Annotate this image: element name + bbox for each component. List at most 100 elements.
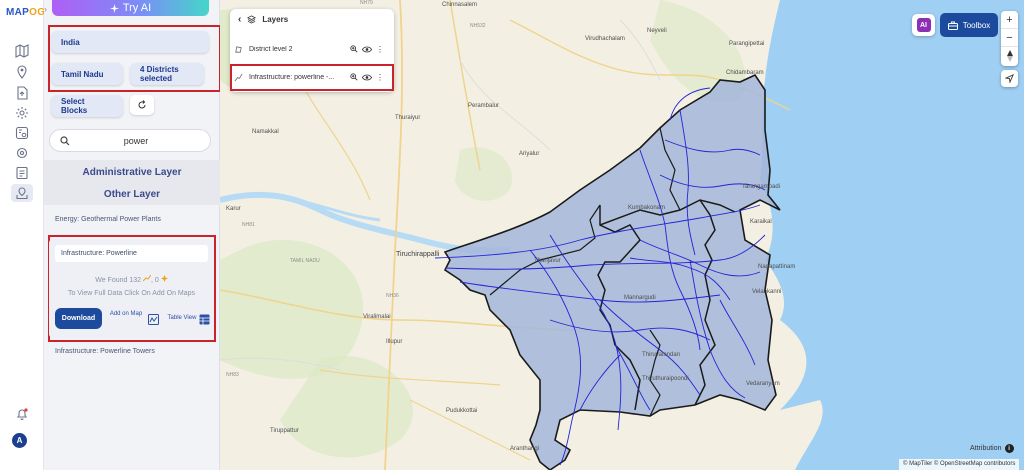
back-chevron-icon[interactable]: ‹ xyxy=(238,14,241,25)
geolocate-button[interactable] xyxy=(1001,70,1018,87)
map-label-pudukkottai: Pudukkottai xyxy=(446,408,478,414)
layers-icon xyxy=(247,15,257,24)
layer-row-powerline[interactable]: Infrastructure: powerline -... ⋮ xyxy=(234,68,390,86)
file-upload-icon[interactable] xyxy=(11,84,33,102)
icon-rail: MAPOG A xyxy=(0,0,45,470)
try-ai-button[interactable]: Try AI xyxy=(52,0,209,16)
layers-panel: ‹ Layers District level 2 ⋮ Infrastructu… xyxy=(230,9,394,92)
zoom-control: + − xyxy=(1001,11,1018,66)
map-label-thanjavur: Thanjavur xyxy=(534,258,561,264)
report-icon[interactable] xyxy=(11,164,33,182)
district-select[interactable]: 4 Districts selected xyxy=(130,63,204,85)
tab-other-layer[interactable]: Other Layer xyxy=(44,189,220,200)
map-label-kumbakonam: Kumbakonam xyxy=(628,205,666,211)
map-label-tiruppattur: Tiruppattur xyxy=(270,428,299,434)
map-icon[interactable] xyxy=(11,42,33,60)
add-on-map-button[interactable]: Add on Map xyxy=(109,311,143,318)
gear-icon[interactable] xyxy=(11,144,33,162)
map-label-chidambaram: Chidambaram xyxy=(726,70,764,76)
map-label-tarangambadi: Tarangambadi xyxy=(742,184,781,190)
result-geothermal-power-plants[interactable]: Energy: Geothermal Power Plants xyxy=(55,216,161,223)
notification-bell-icon[interactable] xyxy=(11,405,33,423)
settings-icon[interactable] xyxy=(11,104,33,122)
map-label-nh36: NH36 xyxy=(386,293,399,299)
map-copyright: © MapTiler © OpenStreetMap contributors xyxy=(899,459,1020,470)
collapse-panel-chevron-icon[interactable]: › xyxy=(44,4,52,18)
compass-button[interactable] xyxy=(1001,47,1018,65)
map-label-karur: Karur xyxy=(226,206,241,212)
line-feature-icon xyxy=(142,274,152,282)
map-label-aranthangi: Aranthangi xyxy=(510,446,540,452)
layers-stack-icon[interactable] xyxy=(11,184,33,202)
result-powerline-towers[interactable]: Infrastructure: Powerline Towers xyxy=(55,348,155,355)
map-label-viralimalai: Viralimalai xyxy=(363,314,391,320)
map-label-neyveli: Neyveli xyxy=(647,28,667,34)
refresh-icon xyxy=(138,100,146,109)
map-label-vedaranyam: Vedaranyam xyxy=(746,381,780,387)
map-label-virudhachalam: Virudhachalam xyxy=(585,36,625,42)
compass-icon xyxy=(1006,50,1013,62)
visibility-eye-icon[interactable] xyxy=(362,74,372,81)
tab-administrative-layer[interactable]: Administrative Layer xyxy=(44,167,220,178)
map-label-chinnasalem: Chinnasalem xyxy=(442,2,478,8)
map-label-mannargudi: Mannargudi xyxy=(624,295,656,301)
line-layer-icon xyxy=(234,73,243,81)
country-select[interactable]: India xyxy=(51,31,209,53)
powerline-result-card: Infrastructure: Powerline We Found 132 ,… xyxy=(49,239,214,338)
map-label-tiruchirappalli: Tiruchirappalli xyxy=(396,251,440,258)
map-label-nh532: NH532 xyxy=(470,23,486,29)
zoom-in-button[interactable]: + xyxy=(1001,11,1018,29)
block-select[interactable]: Select Blocks xyxy=(51,95,123,117)
toolbox-button[interactable]: Toolbox xyxy=(940,13,998,37)
zoom-out-button[interactable]: − xyxy=(1001,29,1018,47)
map-label-thiruvalandan: Thiruvalandan xyxy=(642,352,681,358)
attribution-button[interactable]: Attribution i xyxy=(970,444,1014,453)
info-icon: i xyxy=(1004,444,1014,453)
result-card-title: Infrastructure: Powerline xyxy=(55,245,208,262)
map-label-nh81: NH81 xyxy=(242,222,255,228)
layers-header: ‹ Layers xyxy=(238,14,289,25)
map-label-nh83: NH83 xyxy=(226,372,239,378)
table-view-button[interactable]: Table View xyxy=(162,315,202,322)
result-hint-text: To View Full Data Click On Add On Maps xyxy=(67,290,196,297)
toolbox-icon xyxy=(947,21,958,30)
search-input[interactable] xyxy=(76,135,196,146)
search-icon xyxy=(60,135,70,145)
map-label-thuraiyur: Thuraiyur xyxy=(395,115,421,121)
brand-logo[interactable]: MAPOG xyxy=(6,7,45,18)
more-options-icon[interactable]: ⋮ xyxy=(376,45,384,54)
map-view-icon[interactable] xyxy=(148,314,159,325)
download-button[interactable]: Download xyxy=(55,308,102,329)
zoom-to-layer-icon[interactable] xyxy=(350,45,358,53)
map-label-nh79: NH79 xyxy=(360,0,373,6)
visibility-eye-icon[interactable] xyxy=(362,46,372,53)
map-label-illupur: Illupur xyxy=(386,339,403,345)
zoom-to-layer-icon[interactable] xyxy=(350,73,358,81)
map-label-perambalur: Perambalur xyxy=(468,103,500,109)
result-found-count: We Found 132 , 0 xyxy=(49,274,214,284)
map-label-parangipettai: Parangipettai xyxy=(729,41,765,47)
app-root: MAPOG A › Try AI India Tamil Nadu 4 Dist… xyxy=(0,0,1024,470)
map-label-ariyalur: Ariyalur xyxy=(519,151,540,157)
sparkle-icon xyxy=(109,3,119,13)
user-avatar[interactable]: A xyxy=(12,433,27,448)
state-select[interactable]: Tamil Nadu xyxy=(51,63,123,85)
layer-search-box[interactable] xyxy=(49,129,211,152)
ai-assistant-button[interactable]: AI xyxy=(912,14,935,36)
table-icon[interactable] xyxy=(199,314,210,325)
map-label-nagapattinam: Nagapattinam xyxy=(758,264,796,270)
location-pin-icon[interactable] xyxy=(11,63,33,81)
map-label-namakkal: Namakkal xyxy=(252,129,279,135)
polygon-layer-icon xyxy=(235,45,242,53)
navigation-arrow-icon xyxy=(1005,74,1014,83)
layer-search-panel: › Try AI India Tamil Nadu 4 Districts se… xyxy=(44,0,221,470)
map-label-tamil-nadu: TAMIL NADU xyxy=(290,258,320,264)
point-feature-icon xyxy=(160,275,168,282)
map-label-velankanni: Velankanni xyxy=(752,289,782,295)
layer-row-district-level-2[interactable]: District level 2 ⋮ xyxy=(234,40,390,58)
data-grid-icon[interactable] xyxy=(11,124,33,142)
more-options-icon[interactable]: ⋮ xyxy=(376,73,384,82)
map-label-thiruthuraipoondi: Thiruthuraipoondi xyxy=(642,376,689,382)
map-label-karaikal: Karaikal xyxy=(750,219,772,225)
reset-selection-button[interactable] xyxy=(130,95,154,115)
